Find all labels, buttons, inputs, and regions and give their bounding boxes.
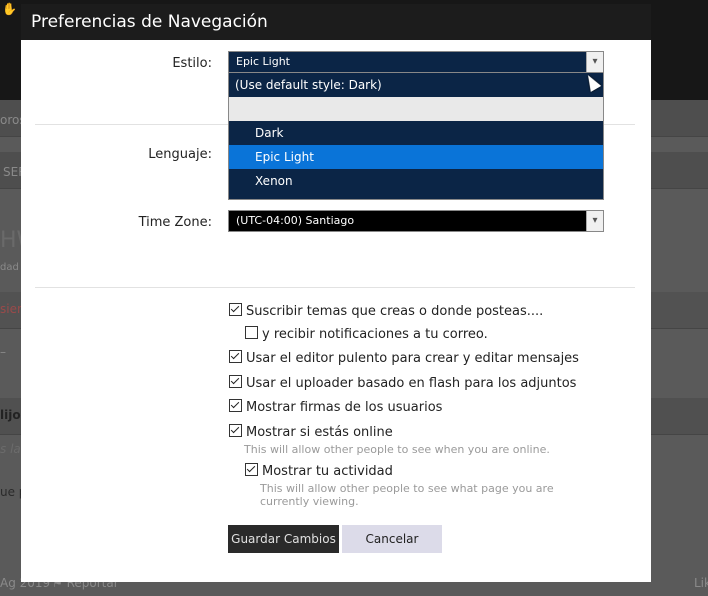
signatures-checkbox[interactable] (229, 399, 242, 412)
hand-cursor-icon: ✋ (2, 2, 17, 16)
signatures-label: Mostrar firmas de los usuarios (246, 400, 443, 415)
online-hint: This will allow other people to see when… (244, 443, 550, 456)
style-option-epic-light[interactable]: Epic Light (229, 145, 603, 169)
style-option-group-header: Styles (229, 97, 603, 121)
subscribe-label: Suscribir temas que creas o donde postea… (246, 304, 544, 319)
online-option[interactable]: Mostrar si estás online (229, 424, 393, 440)
timezone-select-value: (UTC-04:00) Santiago (236, 214, 355, 227)
subscribe-checkbox[interactable] (229, 303, 242, 316)
editor-checkbox[interactable] (229, 350, 242, 363)
editor-option[interactable]: Usar el editor pulento para crear y edit… (229, 350, 579, 366)
dialog-title: Preferencias de Navegación (21, 4, 651, 40)
chevron-down-icon[interactable]: ▾ (586, 211, 603, 231)
timezone-label: Time Zone: (138, 215, 212, 230)
chevron-down-icon[interactable]: ▾ (586, 52, 603, 72)
uploader-label: Usar el uploader basado en flash para lo… (246, 376, 577, 391)
style-dropdown-list: (Use default style: Dark) Styles Dark Ep… (228, 72, 604, 200)
style-option-default[interactable]: (Use default style: Dark) (229, 73, 603, 97)
style-select-value: Epic Light (236, 55, 290, 68)
divider (35, 287, 635, 288)
background-like-link[interactable]: Lik (694, 576, 708, 590)
activity-checkbox[interactable] (245, 463, 258, 476)
notify-label: y recibir notificaciones a tu correo. (262, 327, 488, 342)
uploader-checkbox[interactable] (229, 375, 242, 388)
cancel-button[interactable]: Cancelar (342, 525, 442, 553)
style-option-xenon[interactable]: Xenon (229, 169, 603, 193)
activity-label: Mostrar tu actividad (262, 464, 393, 479)
online-label: Mostrar si estás online (246, 425, 393, 440)
notify-checkbox[interactable] (245, 326, 258, 339)
style-label: Estilo: (172, 56, 212, 71)
language-label: Lenguaje: (148, 147, 212, 162)
online-checkbox[interactable] (229, 424, 242, 437)
timezone-select[interactable]: (UTC-04:00) Santiago ▾ (228, 210, 604, 232)
preferences-dialog: Preferencias de Navegación Estilo: Epic … (21, 4, 651, 582)
activity-hint: This will allow other people to see what… (260, 482, 554, 508)
save-button[interactable]: Guardar Cambios (228, 525, 339, 553)
style-option-dark[interactable]: Dark (229, 121, 603, 145)
notify-option[interactable]: y recibir notificaciones a tu correo. (245, 326, 488, 342)
activity-option[interactable]: Mostrar tu actividad (245, 463, 393, 479)
background-dash: – (0, 345, 6, 359)
subscribe-option[interactable]: Suscribir temas que creas o donde postea… (229, 303, 543, 319)
signatures-option[interactable]: Mostrar firmas de los usuarios (229, 399, 442, 415)
style-select[interactable]: Epic Light ▾ (228, 51, 604, 73)
uploader-option[interactable]: Usar el uploader basado en flash para lo… (229, 375, 576, 391)
background-thread-meta: dad (0, 262, 19, 273)
editor-label: Usar el editor pulento para crear y edit… (246, 351, 579, 366)
